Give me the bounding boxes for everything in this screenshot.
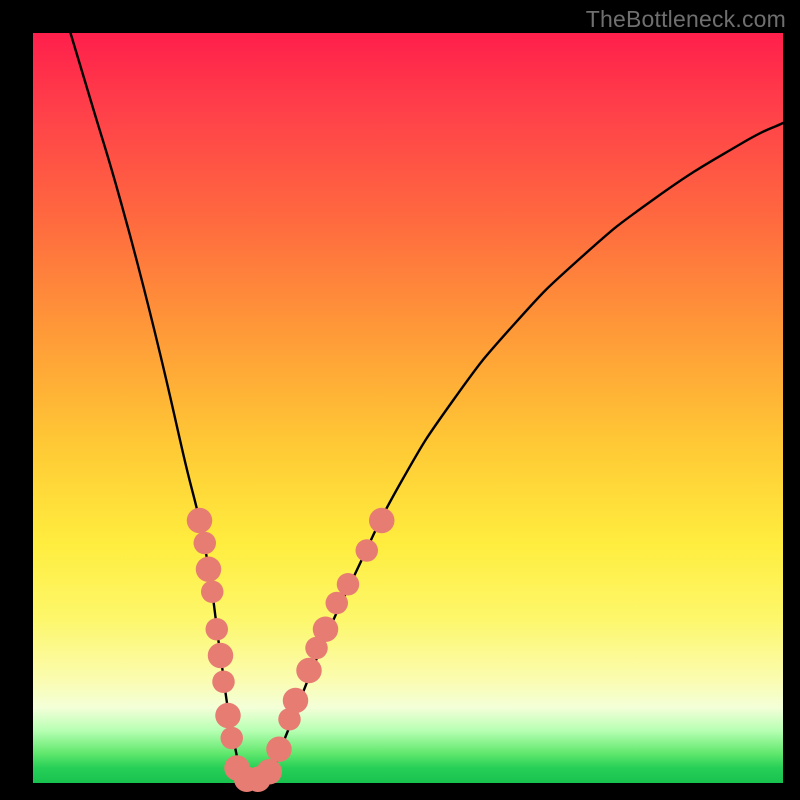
curve-layer: [33, 33, 783, 783]
data-marker: [296, 658, 322, 684]
marker-layer: [187, 508, 395, 792]
data-marker: [215, 703, 241, 729]
data-marker: [369, 508, 395, 534]
plot-area: [33, 33, 783, 783]
data-marker: [206, 618, 229, 641]
data-marker: [313, 617, 339, 643]
data-marker: [356, 539, 379, 562]
data-marker: [201, 581, 224, 604]
data-marker: [208, 643, 234, 669]
chart-frame: TheBottleneck.com: [0, 0, 800, 800]
data-marker: [187, 508, 213, 534]
watermark-text: TheBottleneck.com: [586, 6, 786, 33]
data-marker: [196, 557, 222, 583]
data-marker: [283, 688, 309, 714]
data-marker: [212, 671, 235, 694]
data-marker: [266, 737, 292, 763]
data-marker: [326, 592, 349, 615]
bottleneck-curve: [71, 33, 784, 793]
data-marker: [257, 759, 283, 785]
data-marker: [337, 573, 360, 596]
data-marker: [194, 532, 217, 555]
data-marker: [221, 727, 244, 750]
